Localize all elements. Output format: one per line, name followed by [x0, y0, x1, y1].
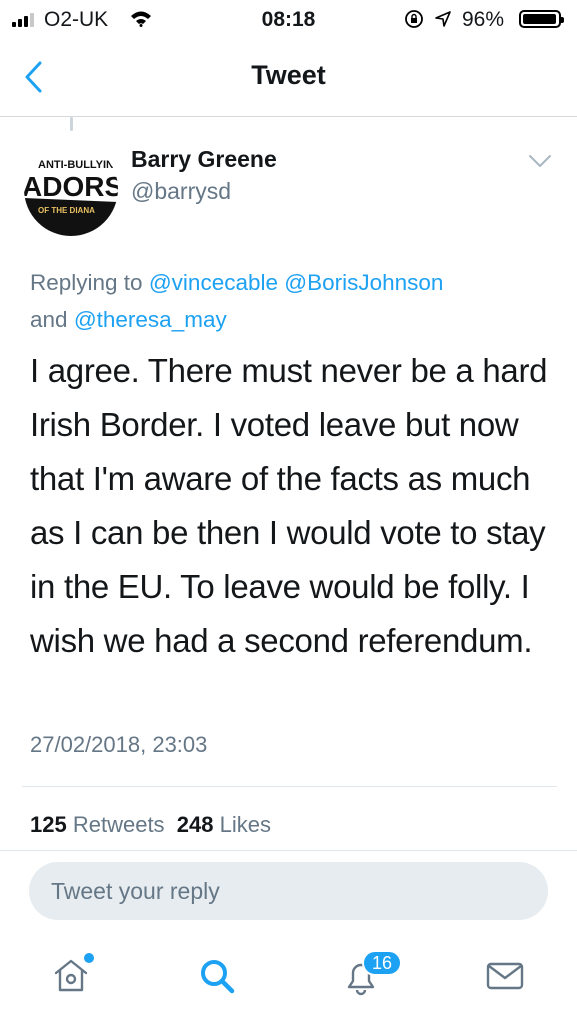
retweets-label: Retweets	[72, 812, 165, 837]
svg-text:ANTI-BULLYIN: ANTI-BULLYIN	[38, 159, 114, 171]
mention-link[interactable]: @BorisJohnson	[284, 270, 443, 295]
replying-and: and	[30, 307, 68, 332]
chevron-down-icon[interactable]	[528, 154, 552, 168]
reply-box[interactable]	[29, 862, 548, 920]
avatar-logo-image: ANTI-BULLYIN ADORS OF THE DIANA	[24, 142, 118, 236]
replying-to-prefix: Replying to	[30, 270, 143, 295]
location-arrow-icon	[435, 11, 451, 27]
mention-link[interactable]: @theresa_may	[74, 307, 227, 332]
search-icon[interactable]	[197, 956, 237, 996]
author-handle[interactable]: @barrysd	[131, 178, 231, 205]
divider	[22, 786, 557, 787]
battery-percentage: 96%	[462, 8, 505, 31]
battery-icon	[519, 10, 564, 28]
notifications-badge: 16	[362, 950, 402, 976]
status-bar: O2-UK 08:18 96%	[0, 0, 577, 40]
home-icon[interactable]	[52, 956, 90, 994]
tweet-stats: 125 Retweets 248 Likes	[30, 812, 271, 838]
mention-link[interactable]: @vincecable	[149, 270, 278, 295]
thread-connector-line	[70, 117, 73, 131]
likes-count: 248	[176, 812, 214, 837]
reply-input[interactable]	[29, 862, 548, 920]
messages-envelope-icon[interactable]	[485, 956, 525, 996]
tweet-text: I agree. There must never be a hard Iris…	[30, 352, 548, 659]
rotation-lock-icon	[405, 10, 423, 28]
tab-bar: 16	[0, 936, 577, 1024]
likes-label: Likes	[219, 812, 271, 837]
retweets-count: 125	[30, 812, 67, 837]
svg-text:OF THE DIANA: OF THE DIANA	[38, 206, 95, 215]
page-title: Tweet	[251, 60, 326, 90]
tweet-timestamp: 27/02/2018, 23:03	[30, 732, 208, 757]
nav-bar: Tweet	[0, 40, 577, 117]
likes-link[interactable]: 248 Likes	[177, 812, 271, 837]
avatar[interactable]: ANTI-BULLYIN ADORS OF THE DIANA	[24, 142, 118, 236]
home-new-dot	[84, 953, 94, 963]
replying-to: Replying to @vincecable @BorisJohnson an…	[30, 264, 550, 338]
divider	[0, 850, 577, 851]
retweets-link[interactable]: 125 Retweets	[30, 812, 165, 837]
author-name[interactable]: Barry Greene	[131, 146, 277, 173]
svg-text:ADORS: ADORS	[24, 171, 118, 202]
